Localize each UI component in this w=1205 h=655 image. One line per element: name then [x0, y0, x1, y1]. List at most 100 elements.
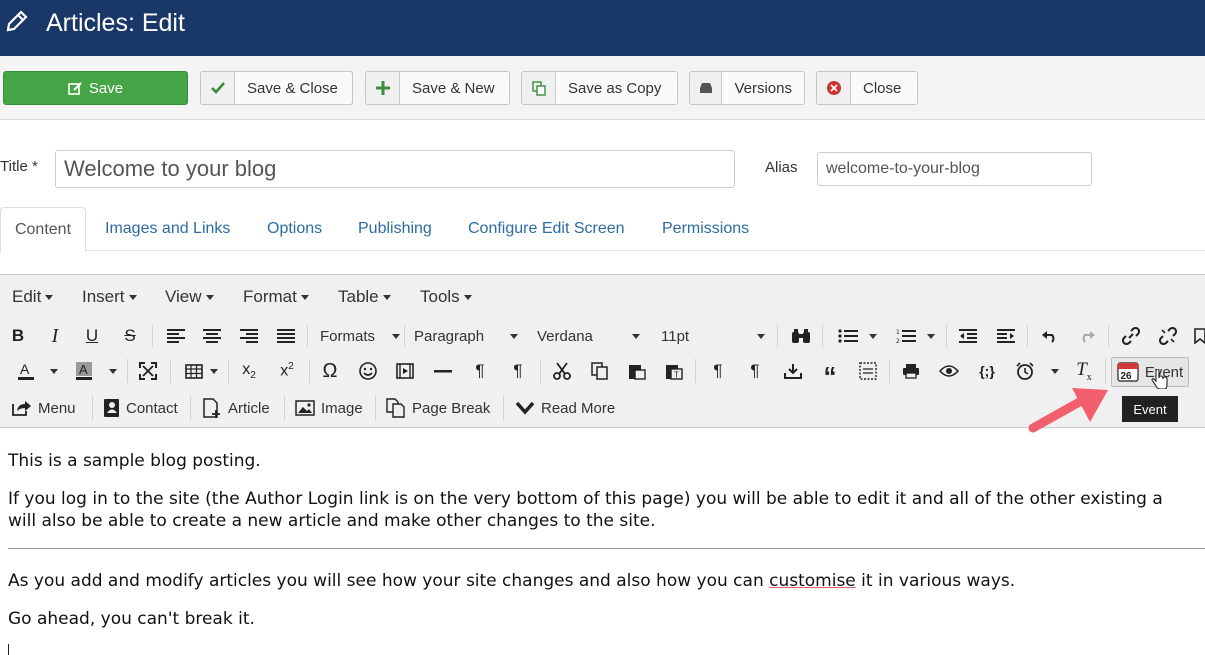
- italic-icon[interactable]: I: [43, 322, 67, 350]
- bullet-list-icon[interactable]: [836, 322, 860, 350]
- save-button[interactable]: Save: [3, 71, 188, 105]
- visual-chars-icon[interactable]: ¶: [706, 357, 730, 385]
- indent-icon[interactable]: [994, 322, 1018, 350]
- tab-permissions[interactable]: Permissions: [662, 207, 749, 251]
- formats-dropdown[interactable]: Formats: [320, 322, 400, 350]
- chevron-down-icon: [382, 295, 391, 301]
- menu-tools[interactable]: Tools: [420, 287, 472, 307]
- toolbar-separator: [127, 359, 128, 383]
- align-right-icon[interactable]: [237, 322, 261, 350]
- block-format-dropdown[interactable]: Paragraph: [414, 322, 518, 350]
- align-left-icon[interactable]: [164, 322, 188, 350]
- event-tooltip: Event: [1122, 396, 1178, 422]
- cut-icon[interactable]: [550, 357, 574, 385]
- page-break-button[interactable]: Page Break: [386, 394, 490, 422]
- underline-icon[interactable]: U: [80, 322, 104, 350]
- copy-icon[interactable]: [588, 357, 612, 385]
- menu-insert-button[interactable]: Menu: [12, 394, 76, 422]
- rich-text-editor: Edit Insert View Format Table Tools B I …: [0, 274, 1205, 655]
- article-button[interactable]: Article: [202, 394, 270, 422]
- spellcheck-word[interactable]: customise: [769, 571, 856, 591]
- svg-text:A: A: [79, 362, 88, 377]
- menu-table[interactable]: Table: [338, 287, 391, 307]
- tab-options[interactable]: Options: [267, 207, 322, 251]
- alarm-clock-icon[interactable]: [1013, 357, 1037, 385]
- font-family-dropdown[interactable]: Verdana: [537, 322, 640, 350]
- subscript-icon[interactable]: x2: [237, 357, 261, 385]
- redo-icon[interactable]: [1075, 322, 1099, 350]
- editor-content-area[interactable]: This is a sample blog posting. If you lo…: [0, 427, 1205, 655]
- contact-button[interactable]: Contact: [102, 394, 178, 422]
- background-color-dropdown[interactable]: [104, 357, 118, 385]
- menu-format[interactable]: Format: [243, 287, 309, 307]
- chevron-down-icon: [210, 368, 218, 374]
- numbered-list-icon[interactable]: 12: [894, 322, 918, 350]
- save-close-button[interactable]: Save & Close: [200, 71, 353, 105]
- font-size-dropdown[interactable]: 11pt: [661, 322, 765, 350]
- tab-content[interactable]: Content: [0, 207, 86, 252]
- clear-formatting-icon[interactable]: Tx: [1072, 357, 1096, 385]
- binoculars-icon[interactable]: [789, 322, 813, 350]
- svg-text:1: 1: [896, 329, 900, 336]
- align-center-icon[interactable]: [200, 322, 224, 350]
- menu-edit[interactable]: Edit: [12, 287, 54, 307]
- code-sample-icon[interactable]: {;}: [974, 357, 1000, 385]
- bookmark-icon[interactable]: [1193, 322, 1205, 350]
- text-color-icon[interactable]: A: [12, 357, 40, 385]
- table-dropdown[interactable]: [205, 357, 219, 385]
- preview-icon[interactable]: [937, 357, 961, 385]
- media-icon[interactable]: [393, 357, 417, 385]
- image-button[interactable]: Image: [295, 394, 363, 422]
- numbered-list-dropdown[interactable]: [922, 322, 936, 350]
- emoticon-icon[interactable]: [356, 357, 380, 385]
- special-character-icon[interactable]: Ω: [318, 357, 342, 385]
- blockquote-icon[interactable]: “: [818, 357, 842, 391]
- save-new-button[interactable]: Save & New: [365, 71, 510, 105]
- rtl-icon[interactable]: ¶: [506, 357, 530, 385]
- action-toolbar: Save Save & Close Save & New Save as Cop…: [0, 56, 1205, 120]
- ltr-icon[interactable]: ¶: [468, 357, 492, 385]
- tab-configure-edit-screen[interactable]: Configure Edit Screen: [468, 207, 625, 251]
- insert-date-icon[interactable]: [781, 357, 805, 385]
- unlink-icon[interactable]: [1156, 322, 1180, 350]
- superscript-icon[interactable]: x2: [275, 357, 299, 385]
- content-paragraph-3-end: it in various ways.: [855, 571, 1016, 591]
- table-icon[interactable]: [182, 357, 206, 385]
- paste-text-icon[interactable]: T: [662, 357, 686, 385]
- horizontal-rule-icon[interactable]: [431, 357, 455, 385]
- menu-insert[interactable]: Insert: [82, 287, 137, 307]
- fullscreen-icon[interactable]: [136, 357, 160, 385]
- read-more-button[interactable]: Read More: [515, 394, 615, 422]
- tab-images-links[interactable]: Images and Links: [105, 207, 230, 251]
- page-header: Articles: Edit: [0, 0, 1205, 56]
- bold-icon[interactable]: B: [6, 322, 30, 350]
- undo-icon[interactable]: [1038, 322, 1062, 350]
- strikethrough-icon[interactable]: S: [118, 322, 142, 350]
- bullet-list-dropdown[interactable]: [864, 322, 878, 350]
- background-color-icon[interactable]: A: [70, 357, 98, 385]
- print-icon[interactable]: [899, 357, 923, 385]
- event-button[interactable]: 26 Event: [1111, 357, 1189, 387]
- text-color-dropdown[interactable]: [45, 357, 59, 385]
- read-more-button-label: Read More: [541, 399, 616, 417]
- save-copy-button[interactable]: Save as Copy: [521, 71, 678, 105]
- alarm-dropdown[interactable]: [1046, 357, 1060, 385]
- nonbreaking-icon[interactable]: [856, 357, 880, 385]
- save-copy-label: Save as Copy: [568, 79, 662, 97]
- title-input[interactable]: Welcome to your blog: [55, 150, 735, 188]
- close-button[interactable]: Close: [816, 71, 918, 105]
- page-title: Articles: Edit: [46, 9, 185, 37]
- outdent-icon[interactable]: [956, 322, 980, 350]
- versions-button[interactable]: Versions: [689, 71, 805, 105]
- link-icon[interactable]: [1119, 322, 1143, 350]
- tab-publishing[interactable]: Publishing: [358, 207, 432, 251]
- paste-icon[interactable]: [625, 357, 649, 385]
- chevron-down-icon: [128, 295, 137, 301]
- show-blocks-icon[interactable]: ¶: [743, 357, 767, 385]
- alias-input[interactable]: welcome-to-your-blog: [817, 152, 1092, 186]
- font-family-label: Verdana: [537, 327, 593, 345]
- close-label: Close: [863, 79, 902, 97]
- menu-view[interactable]: View: [165, 287, 214, 307]
- align-justify-icon[interactable]: [274, 322, 298, 350]
- toolbar-separator: [228, 359, 229, 383]
